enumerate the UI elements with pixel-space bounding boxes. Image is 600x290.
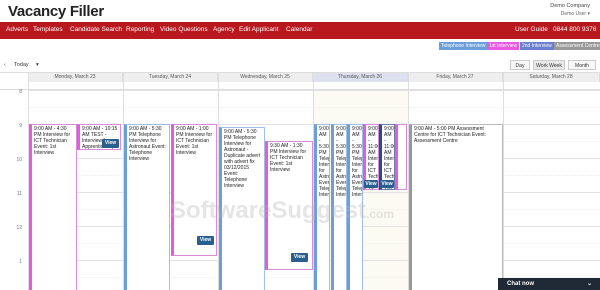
user-menu[interactable]: Demo User ▾ [550, 10, 590, 18]
main-nav: Adverts Templates Candidate Search Repor… [0, 22, 600, 39]
nav-video-questions[interactable]: Video Questions [160, 26, 208, 33]
app-logo[interactable]: Vacancy Filler [8, 3, 104, 20]
time-label: 12 [16, 225, 22, 231]
legend-1st-interview: 1st Interview [487, 42, 520, 50]
day-header-monday[interactable]: Monday, March 23 [28, 73, 123, 82]
day-header-saturday[interactable]: Saturday, March 28 [503, 73, 600, 82]
grid-line [28, 107, 600, 108]
today-button[interactable]: Today [14, 60, 29, 70]
view-work-week-button[interactable]: Work Week [533, 60, 565, 70]
company-name: Demo Company [550, 3, 590, 9]
time-label: 11 [16, 191, 22, 197]
top-bar: Vacancy Filler Demo Company Demo User ▾ [0, 0, 600, 22]
day-header-friday[interactable]: Friday, March 27 [408, 73, 503, 82]
view-month-button[interactable]: Month [568, 60, 596, 70]
view-button[interactable]: View [291, 253, 308, 262]
view-button[interactable]: View [102, 139, 119, 148]
event-ict-interview-thu-2[interactable] [395, 124, 407, 190]
event-ict-interview-mon[interactable]: 9:00 AM - 4:30 PM Interview for ICT Tech… [29, 124, 77, 290]
calendar-icon[interactable]: ▾ [36, 60, 39, 70]
nav-edit-applicant[interactable]: Edit Applicant [239, 26, 278, 33]
time-label: 8 [19, 89, 22, 95]
nav-candidate-search[interactable]: Candidate Search [70, 26, 122, 33]
user-guide-link[interactable]: User Guide [515, 26, 548, 33]
column-divider [503, 73, 504, 290]
time-label: 9 [19, 123, 22, 129]
all-day-row [0, 82, 600, 90]
chevron-down-icon: ▾ [587, 11, 590, 17]
watermark: SoftwareSuggest.com [170, 197, 395, 224]
calendar-toolbar: ‹ Today ▾ Day Work Week Month [0, 58, 600, 72]
calendar-grid: Monday, March 23 Tuesday, March 24 Wedne… [0, 72, 600, 290]
day-header-tuesday[interactable]: Tuesday, March 24 [123, 73, 218, 82]
phone-number: 0844 800 9376 [553, 26, 597, 33]
nav-calendar[interactable]: Calendar [286, 26, 312, 33]
view-day-button[interactable]: Day [510, 60, 530, 70]
view-button[interactable]: View [380, 180, 394, 188]
nav-agency[interactable]: Agency [213, 26, 235, 33]
legend-2nd-interview: 2nd Interview [520, 42, 554, 50]
legend-assessment-centre: Assessment Centre [554, 42, 600, 50]
grid-line [28, 90, 600, 91]
time-label: 1 [19, 259, 22, 265]
event-telephone-interview-tue[interactable]: 9:00 AM - 5:30 PM Telephone Interview fo… [124, 124, 170, 290]
nav-templates[interactable]: Templates [33, 26, 63, 33]
chat-now-button[interactable]: Chat now ⌄ [498, 278, 600, 290]
nav-reporting[interactable]: Reporting [126, 26, 154, 33]
chevron-down-icon: ⌄ [586, 281, 592, 287]
day-header-wednesday[interactable]: Wednesday, March 25 [218, 73, 313, 82]
time-label: 10 [16, 157, 22, 163]
legend-telephone-interview: Telephone Interview [439, 42, 488, 50]
event-assessment-centre-fri[interactable]: 9:00 AM - 5:00 PM Assessment Centre for … [409, 124, 503, 290]
view-button[interactable]: View [197, 236, 214, 245]
account-info[interactable]: Demo Company Demo User ▾ [550, 2, 590, 18]
day-header-thursday[interactable]: Thursday, March 26 [313, 73, 408, 82]
prev-icon[interactable]: ‹ [4, 60, 6, 70]
nav-adverts[interactable]: Adverts [6, 26, 28, 33]
view-button[interactable]: View [364, 180, 378, 188]
